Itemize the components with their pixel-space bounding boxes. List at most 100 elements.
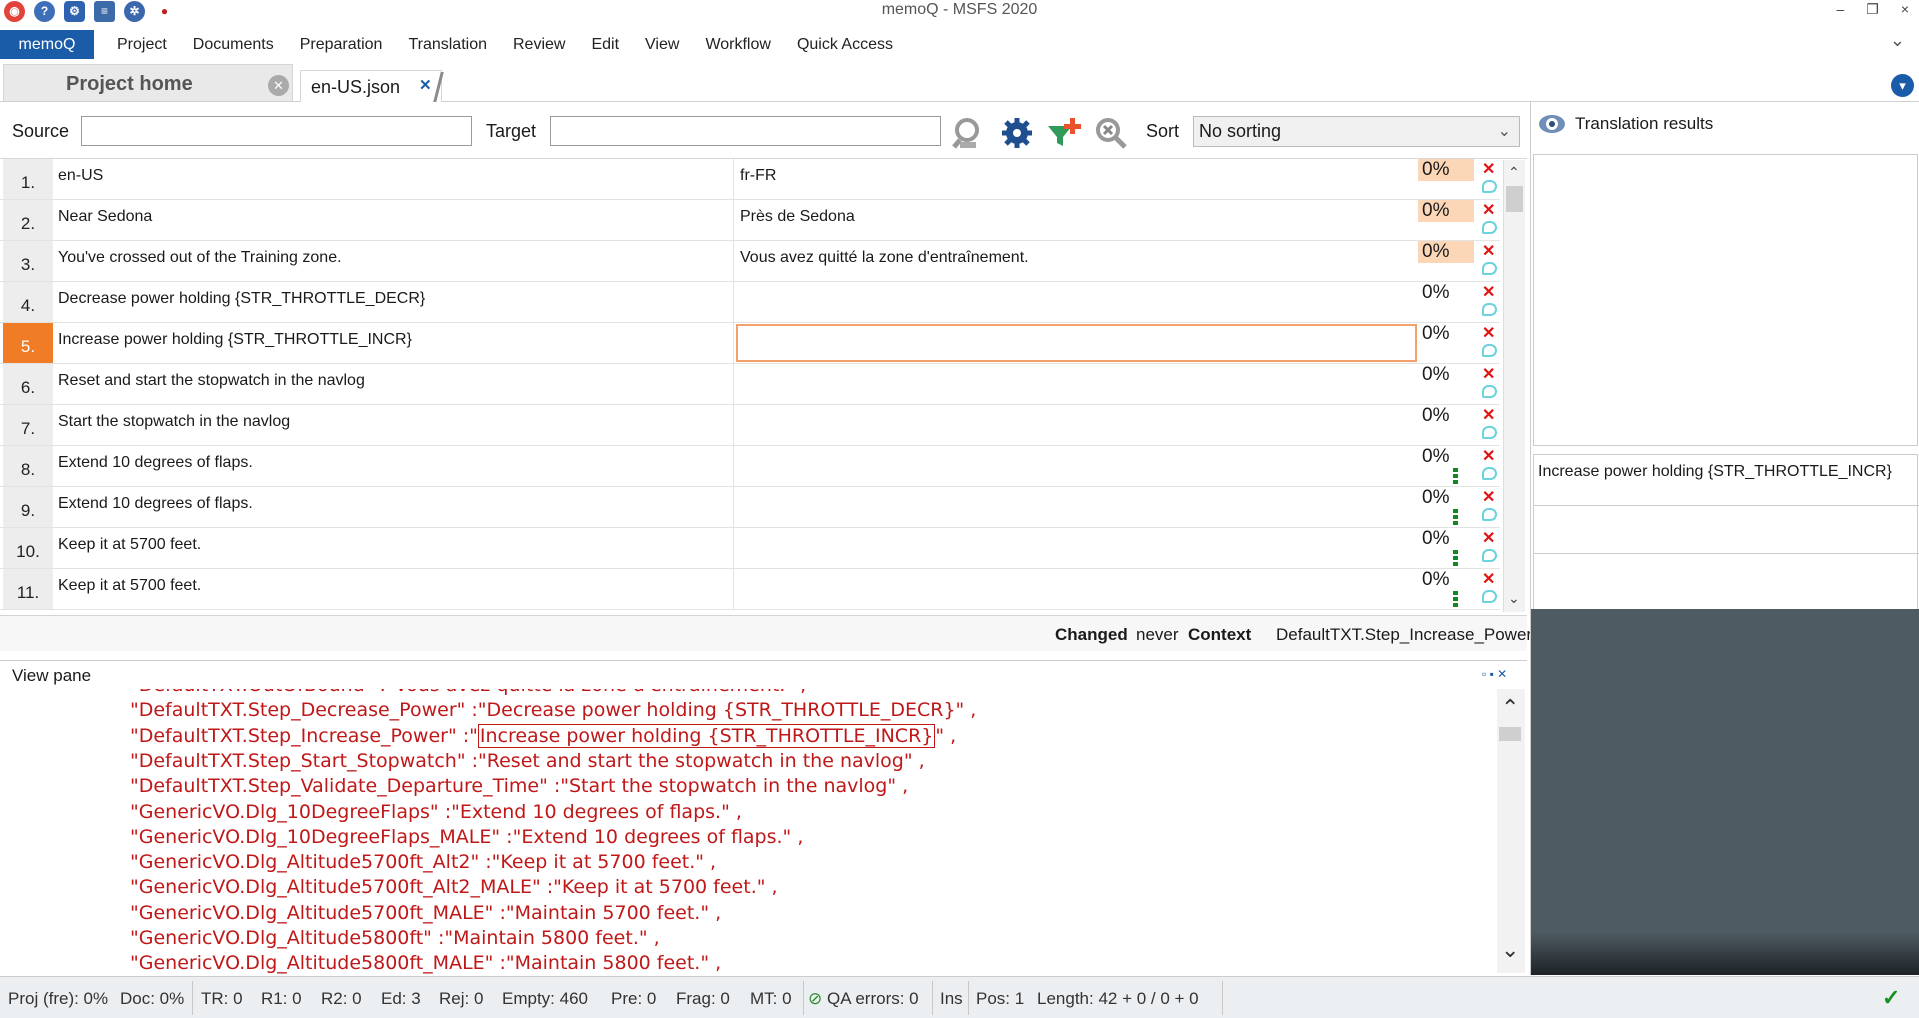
tab-project[interactable]: Project [104,30,180,59]
source-cell[interactable]: Start the stopwatch in the navlog [58,405,734,445]
comment-bubble-icon[interactable] [1482,180,1497,193]
target-cell[interactable] [740,446,1415,486]
tab-view[interactable]: View [632,30,692,59]
target-cell[interactable] [740,405,1415,445]
table-row[interactable]: 2. Near Sedona Près de Sedona 0% ✕ [0,200,1500,241]
source-cell[interactable]: Near Sedona [58,200,734,240]
ribbon-tabs: memoQ Project Documents Preparation Tran… [0,28,1919,59]
tab-project-home[interactable]: Project home ✕ [3,64,293,101]
scroll-up-icon[interactable]: ⌃ [1508,164,1520,181]
sort-dropdown[interactable]: No sorting ⌄ [1193,116,1520,147]
scroll-down-icon[interactable]: ⌄ [1501,937,1519,963]
view-pane-line: "DefaultTXT.Step_Start_Stopwatch" :"Rese… [130,749,925,772]
source-cell[interactable]: Extend 10 degrees of flaps. [58,487,734,527]
comment-bubble-icon[interactable] [1482,344,1497,357]
table-row[interactable]: 9. Extend 10 degrees of flaps. 0% ✕ [0,487,1500,528]
source-cell[interactable]: Decrease power holding {STR_THROTTLE_DEC… [58,282,734,322]
source-filter-input[interactable] [81,116,472,146]
error-x-icon[interactable]: ✕ [1482,446,1495,466]
table-row[interactable]: 6. Reset and start the stopwatch in the n… [0,364,1500,405]
tab-workflow[interactable]: Workflow [692,30,784,59]
grid-scrollbar[interactable]: ⌃ ⌄ [1503,160,1525,612]
error-x-icon[interactable]: ✕ [1482,569,1495,589]
scroll-down-icon[interactable]: ⌄ [1508,590,1520,607]
target-filter-input[interactable] [550,116,941,146]
table-row[interactable]: 3. You've crossed out of the Training zon… [0,241,1500,282]
source-cell[interactable]: Increase power holding {STR_THROTTLE_INC… [58,323,734,363]
match-percent: 0% [1422,282,1450,303]
add-filter-icon[interactable] [1046,116,1081,150]
filter-settings-gear-icon[interactable] [1000,116,1034,150]
source-cell[interactable]: Keep it at 5700 feet. [58,569,734,609]
comment-bubble-icon[interactable] [1482,590,1497,603]
divider [1534,553,1919,554]
source-cell[interactable]: en-US [58,159,734,199]
table-row[interactable]: 8. Extend 10 degrees of flaps. 0% ✕ [0,446,1500,487]
close-window-button[interactable]: × [1901,0,1909,19]
source-cell[interactable]: Reset and start the stopwatch in the nav… [58,364,734,404]
target-cell[interactable]: fr-FR [740,159,1415,199]
help-chevron-icon[interactable]: ▾ [1891,74,1914,97]
target-cell[interactable]: Près de Sedona [740,200,1415,240]
source-cell[interactable]: You've crossed out of the Training zone. [58,241,734,281]
tab-translation[interactable]: Translation [395,30,500,59]
close-file-tab-icon[interactable]: ✕ [419,76,432,94]
error-x-icon[interactable]: ✕ [1482,405,1495,425]
match-percent: 0% [1418,241,1474,263]
error-x-icon[interactable]: ✕ [1482,487,1495,507]
status-qa[interactable]: QA errors: 0 [827,989,919,1009]
tab-documents[interactable]: Documents [180,30,287,59]
table-row[interactable]: 10. Keep it at 5700 feet. 0% ✕ [0,528,1500,569]
error-x-icon[interactable]: ✕ [1482,528,1495,548]
comment-bubble-icon[interactable] [1482,221,1497,234]
eye-icon[interactable] [1537,112,1567,136]
error-x-icon[interactable]: ✕ [1482,364,1495,384]
tab-preparation[interactable]: Preparation [287,30,396,59]
translation-grid: 1. en-US fr-FR 0% ✕ 2. Near Sedona Près de Sedo… [0,158,1527,614]
tab-quick-access[interactable]: Quick Access [784,30,906,59]
comment-bubble-icon[interactable] [1482,303,1497,316]
restore-button[interactable]: ❐ [1866,0,1879,19]
comment-bubble-icon[interactable] [1482,426,1497,439]
table-row[interactable]: 4. Decrease power holding {STR_THROTTLE_D… [0,282,1500,323]
comment-bubble-icon[interactable] [1482,549,1497,562]
scroll-thumb[interactable] [1506,186,1523,212]
filter-search-icon[interactable] [952,116,986,150]
view-pane-controls[interactable]: ▫ ▪ ✕ [1482,667,1507,681]
active-segment-highlight[interactable]: Increase power holding {STR_THROTTLE_INC… [477,723,936,748]
error-x-icon[interactable]: ✕ [1482,323,1495,343]
scroll-thumb[interactable] [1499,727,1521,741]
table-row[interactable]: 11. Keep it at 5700 feet. 0% ✕ [0,569,1500,610]
minimize-button[interactable]: – [1836,0,1844,19]
ribbon-expand-chevron-icon[interactable]: ⌄ [1890,30,1905,51]
error-x-icon[interactable]: ✕ [1482,241,1495,261]
target-cell[interactable] [740,364,1415,404]
target-cell[interactable] [740,487,1415,527]
scroll-up-icon[interactable]: ⌃ [1501,695,1519,721]
target-cell[interactable] [740,569,1415,609]
view-pane-scrollbar[interactable]: ⌃ ⌄ [1497,689,1525,973]
table-row[interactable]: 7. Start the stopwatch in the navlog 0% ✕ [0,405,1500,446]
source-cell[interactable]: Keep it at 5700 feet. [58,528,734,568]
table-row[interactable]: 1. en-US fr-FR 0% ✕ [0,159,1500,200]
error-x-icon[interactable]: ✕ [1482,282,1495,302]
target-cell[interactable] [740,282,1415,322]
results-list[interactable] [1533,154,1918,446]
error-x-icon[interactable]: ✕ [1482,159,1495,179]
tab-memoq[interactable]: memoQ [0,30,94,59]
target-cell[interactable]: Vous avez quitté la zone d'entraînement. [740,241,1415,281]
error-x-icon[interactable]: ✕ [1482,200,1495,220]
close-tab-icon[interactable]: ✕ [268,75,289,96]
comment-bubble-icon[interactable] [1482,385,1497,398]
tab-en-us-json[interactable]: en-US.json ✕ [300,70,442,102]
target-cell[interactable] [740,528,1415,568]
comment-bubble-icon[interactable] [1482,467,1497,480]
tab-edit[interactable]: Edit [578,30,632,59]
table-row[interactable]: 5. Increase power holding {STR_THROTTLE_I… [0,323,1500,364]
comment-bubble-icon[interactable] [1482,508,1497,521]
target-cell[interactable] [736,324,1417,362]
clear-filter-icon[interactable] [1094,116,1128,150]
tab-review[interactable]: Review [500,30,578,59]
comment-bubble-icon[interactable] [1482,262,1497,275]
source-cell[interactable]: Extend 10 degrees of flaps. [58,446,734,486]
